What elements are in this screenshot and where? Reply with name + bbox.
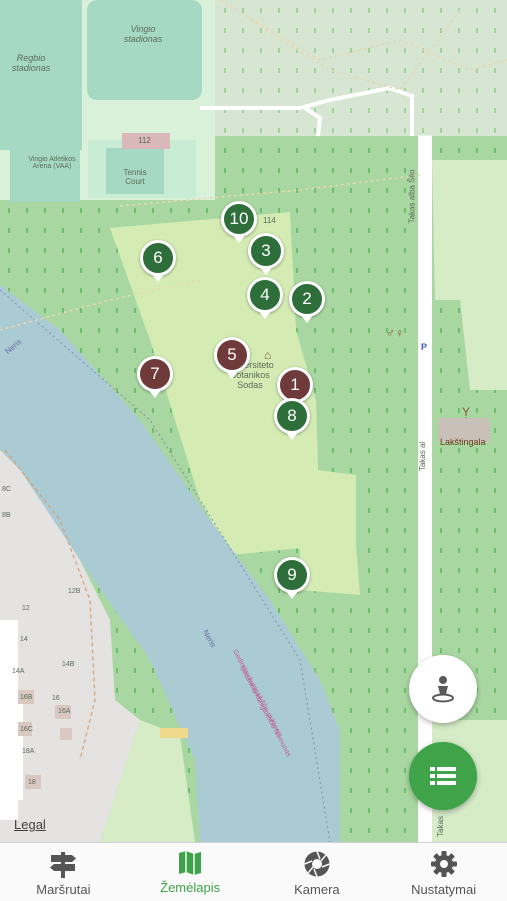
list-icon [430,767,456,785]
map-label-parking: P [421,342,428,352]
map-label-vingio-stadionas: Vingio stadionas [123,24,163,44]
map-view[interactable]: Vingio stadionas Regbio stadionas Vingio… [0,0,507,842]
tab-label-marsrutai: Maršrutai [36,882,91,897]
map-label-house: 18A [22,748,35,755]
map-label-road-upper: Takas alba Šilo [407,169,417,224]
map-pin-6[interactable]: 6 [140,240,176,282]
map-label-house: 16B [20,694,33,701]
map-label-lakstingala: Lakštingala [440,437,486,447]
locate-me-button[interactable] [409,655,477,723]
tab-nustatymai[interactable]: Nustatymai [380,843,507,901]
map-pin-2[interactable]: 2 [289,281,325,323]
map-label-house: 14 [20,636,28,643]
tab-kamera[interactable]: Kamera [254,843,381,901]
map-pin-4[interactable]: 4 [247,277,283,319]
map-pin-7[interactable]: 7 [137,356,173,398]
map-label-112: 112 [138,136,151,145]
gear-icon [430,851,457,877]
camera-aperture-icon [304,851,330,877]
tab-label-kamera: Kamera [294,882,340,897]
tab-marsrutai[interactable]: Maršrutai [0,843,127,901]
tab-label-zemelapis: Žemėlapis [160,880,221,895]
list-view-button[interactable] [409,742,477,810]
map-pin-9[interactable]: 9 [274,557,310,599]
tab-label-nustatymai: Nustatymai [411,882,477,897]
takas-road [418,136,432,842]
map-label-regbio-stadionas: Regbio stadionas [11,53,51,73]
map-label-house: 12B [68,588,81,595]
map-label-house: 16C [20,726,33,733]
map-label-house: 16A [58,708,71,715]
map-pin-8[interactable]: 8 [274,398,310,440]
map-label-house: 8B [2,512,11,519]
map-label-house: 18 [28,779,36,786]
signpost-icon [50,852,77,878]
tab-zemelapis[interactable]: Žemėlapis [127,843,254,901]
cafe-icon: Ỵ [462,405,471,419]
map-pin-3[interactable]: 3 [248,233,284,275]
legal-link[interactable]: Legal [14,817,46,832]
map-label-house: 14A [12,668,25,675]
map-icon [179,851,202,875]
map-label-tennis-court: Tennis Court [123,168,147,186]
map-label-road-bottom: Takas [435,816,445,837]
person-location-icon [432,676,454,703]
map-pin-5[interactable]: 5 [214,337,250,379]
map-label-house: 16 [52,695,60,702]
map-label-114: 114 [263,216,276,225]
map-label-house: 14B [62,661,75,668]
tab-bar: Maršrutai Žemėlapis Kamera Nustatymai [0,842,507,901]
map-label-road-lower: Takas al [418,441,428,472]
map-label-house: 12 [22,605,30,612]
map-pin-10[interactable]: 10 [221,201,257,243]
toilets-icon: ♂♀ [386,326,404,340]
museum-icon: ⌂ [264,348,272,362]
map-label-house: 8C [2,486,11,493]
map-label-vingio-arena: Vingio Atletikos Arena (VAA) [28,156,76,170]
